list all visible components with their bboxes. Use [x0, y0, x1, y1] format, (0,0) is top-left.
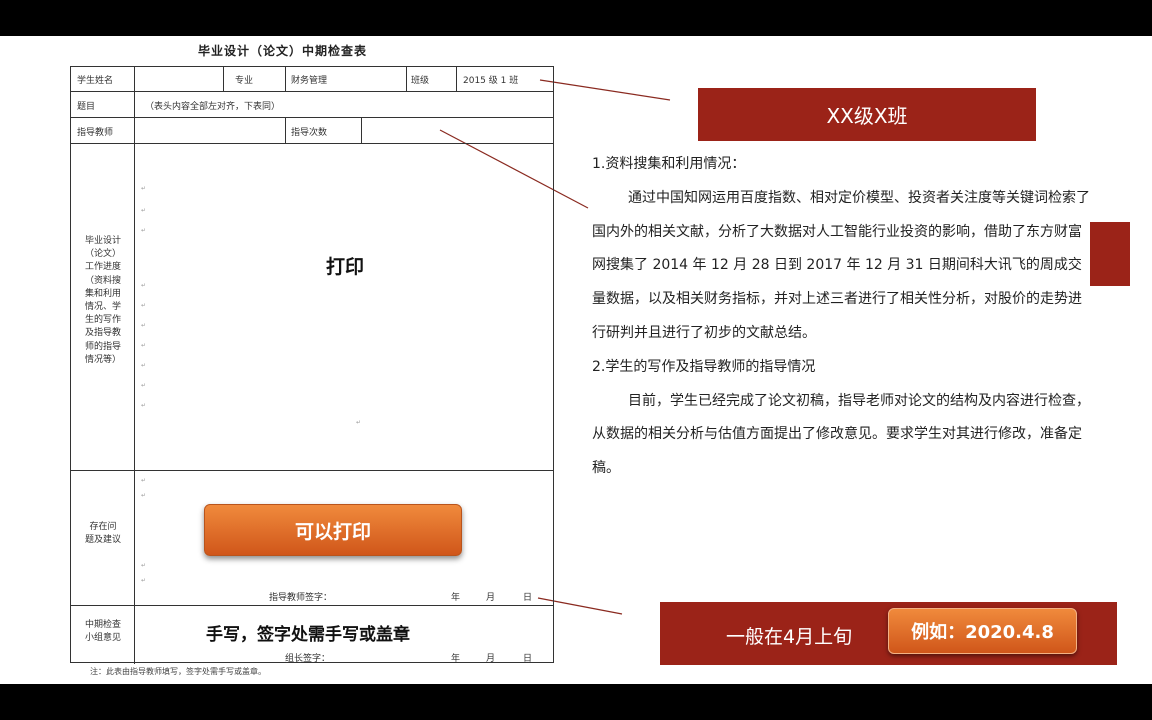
can-print-button[interactable]: 可以打印	[204, 504, 462, 556]
label-advisor: 指导教师	[77, 128, 114, 138]
form-footnote: 注：此表由指导教师填写，签字处需手写或盖章。	[90, 667, 266, 676]
label-guide-count: 指导次数	[291, 128, 328, 138]
label-mid-check: 中期检查 小组意见	[84, 620, 121, 644]
mid-check-form-table: 学生姓名 专业 财务管理 班级 2015 级 1 班 题目 （表头内容全部左对齐…	[70, 66, 554, 664]
label-year-2: 年	[451, 654, 461, 664]
date-banner: 一般在4月上旬 例如：2020.4.8	[660, 602, 1117, 665]
value-class: 2015 级 1 班	[463, 76, 519, 86]
label-topic: 题目	[77, 102, 96, 112]
label-student-name: 学生姓名	[77, 76, 114, 86]
class-banner: XX级X班	[698, 88, 1036, 141]
paragraph-1: 通过中国知网运用百度指数、相对定价模型、投资者关注度等关键词检索了国内外的相关文…	[592, 189, 1090, 341]
document-text: 1.资料搜集和利用情况： 通过中国知网运用百度指数、相对定价模型、投资者关注度等…	[592, 148, 1092, 486]
label-class: 班级	[411, 76, 430, 86]
label-year-1: 年	[451, 593, 461, 603]
label-leader-sign: 组长签字：	[285, 654, 331, 664]
topic-hint: （表头内容全部左对齐，下表同）	[145, 102, 281, 112]
banner-edge-decoration	[1090, 222, 1130, 286]
label-month-2: 月	[486, 654, 496, 664]
example-date-button[interactable]: 例如：2020.4.8	[888, 608, 1077, 654]
heading-2: 2.学生的写作及指导教师的指导情况	[592, 358, 816, 375]
form-title: 毕业设计（论文）中期检查表	[198, 44, 368, 58]
paragraph-2: 目前，学生已经完成了论文初稿，指导老师对论文的结构及内容进行检查，从数据的相关分…	[592, 392, 1090, 477]
handwrite-note: 手写，签字处需手写或盖章	[206, 625, 410, 645]
label-month-1: 月	[486, 593, 496, 603]
label-day-1: 日	[523, 593, 533, 603]
slide-canvas: 毕业设计（论文）中期检查表 学生姓名 专业 财务管理 班级 2015 级 1 班…	[0, 36, 1152, 684]
label-major: 专业	[235, 76, 254, 86]
label-day-2: 日	[523, 654, 533, 664]
heading-1: 1.资料搜集和利用情况：	[592, 156, 746, 172]
print-label: 打印	[326, 256, 365, 278]
label-progress: 毕业设计 （论文） 工作进度 （资料搜 集和利用 情况、学 生的写作 及指导教 …	[84, 236, 121, 365]
date-banner-text: 一般在4月上旬	[726, 626, 853, 648]
label-advisor-sign: 指导教师签字：	[269, 593, 333, 603]
label-issues: 存在问 题及建议	[84, 522, 121, 546]
value-major: 财务管理	[291, 76, 328, 86]
